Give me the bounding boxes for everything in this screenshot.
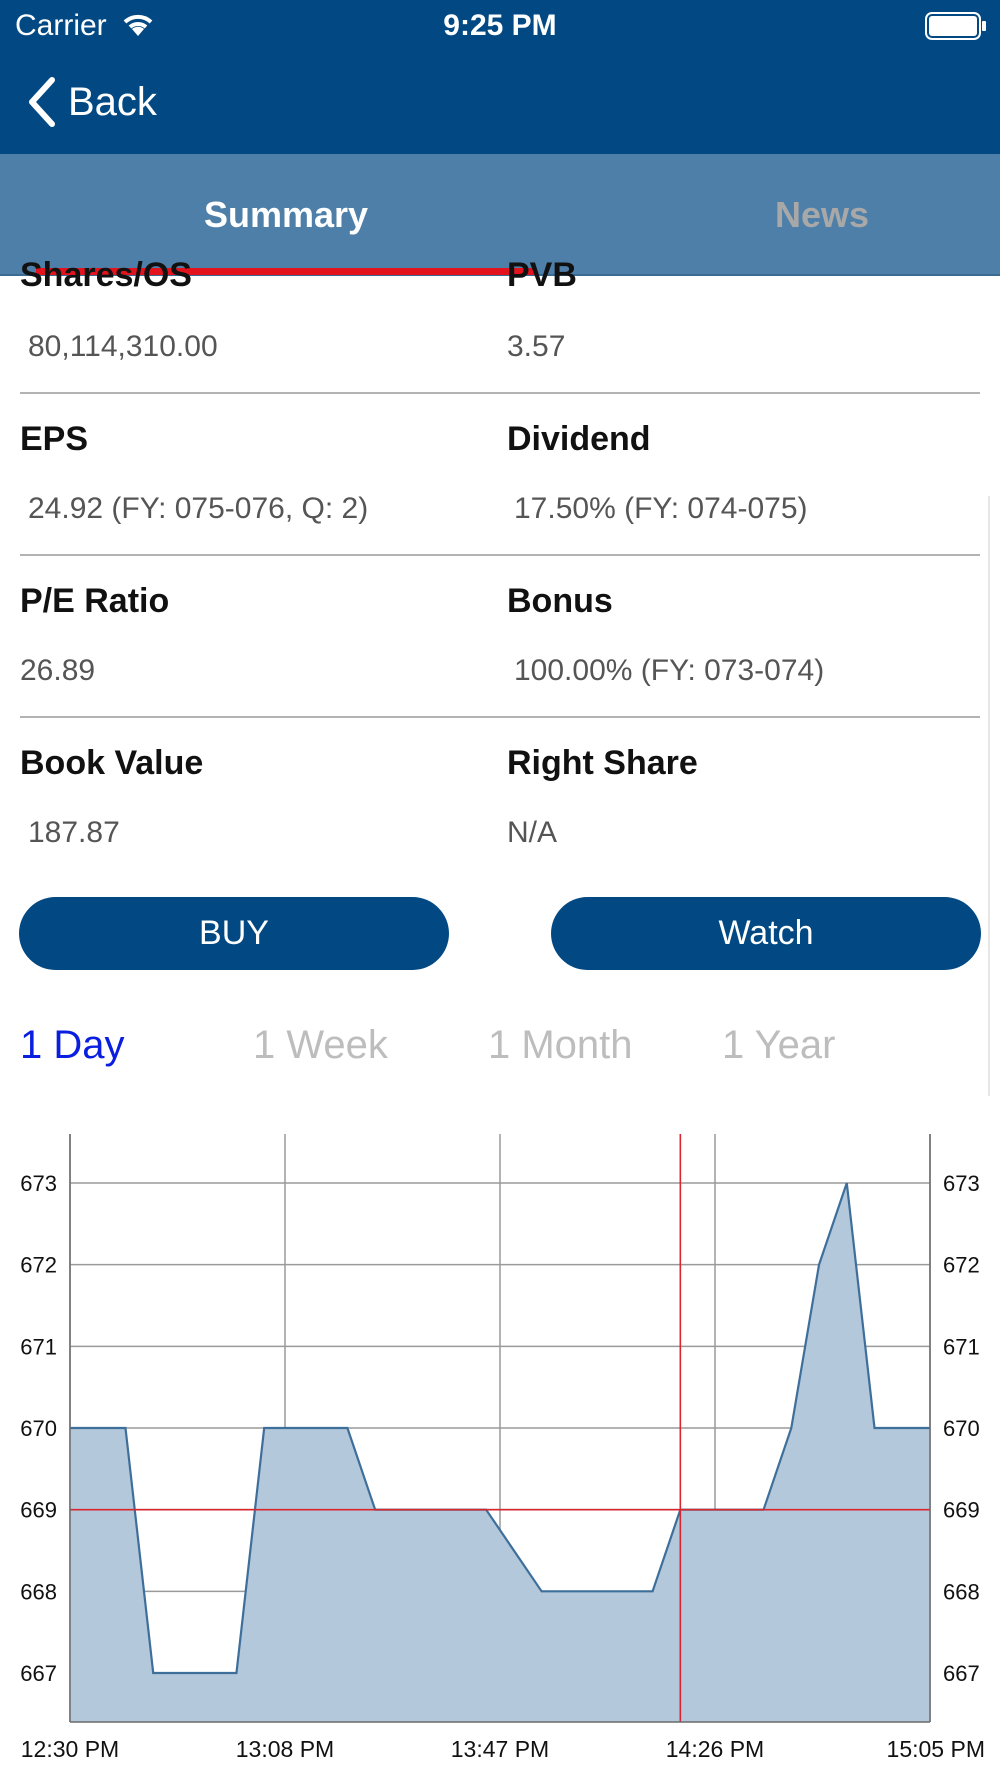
tab-news[interactable]: News	[572, 154, 1000, 276]
divider	[20, 554, 980, 556]
y-tick-label-left: 671	[20, 1334, 57, 1359]
x-tick-label: 14:26 PM	[666, 1736, 764, 1762]
price-chart[interactable]: 667 667 668 668 669 669 670 670 671 671 672 672 673 6…	[0, 1120, 1000, 1778]
chevron-left-icon	[29, 77, 55, 127]
right-share-label: Right Share	[507, 744, 698, 782]
divider	[20, 392, 980, 394]
book-value-value: 187.87	[28, 816, 120, 849]
y-tick-label-right: 670	[943, 1416, 980, 1441]
shares-os-value: 80,114,310.00	[28, 330, 218, 363]
y-tick-label-right: 668	[943, 1579, 980, 1604]
y-tick-label-left: 673	[20, 1171, 57, 1196]
divider	[20, 716, 980, 718]
x-tick-label: 13:08 PM	[236, 1736, 334, 1762]
y-tick-label-left: 672	[20, 1253, 57, 1278]
y-tick-label-right: 667	[943, 1661, 980, 1686]
battery-icon	[925, 12, 986, 40]
x-tick-label: 12:30 PM	[21, 1736, 119, 1762]
watch-button[interactable]: Watch	[551, 897, 981, 970]
y-tick-label-left: 668	[20, 1579, 57, 1604]
shares-os-label: Shares/OS	[20, 256, 192, 294]
y-tick-label-right: 669	[943, 1498, 980, 1523]
range-tab-1-month[interactable]: 1 Month	[488, 1023, 633, 1068]
y-tick-label-right: 671	[943, 1334, 980, 1359]
dividend-value: 17.50% (FY: 074-075)	[514, 492, 808, 525]
y-tick-label-right: 672	[943, 1253, 980, 1278]
dividend-label: Dividend	[507, 420, 651, 458]
range-tab-1-year[interactable]: 1 Year	[722, 1023, 835, 1068]
eps-label: EPS	[20, 420, 89, 458]
buy-button[interactable]: BUY	[19, 897, 449, 970]
x-tick-label: 15:05 PM	[887, 1736, 985, 1762]
scroll-edge-line	[988, 496, 990, 1096]
bonus-value: 100.00% (FY: 073-074)	[514, 654, 825, 687]
pvb-label: PVB	[507, 256, 577, 294]
back-label: Back	[68, 79, 157, 124]
y-tick-label-left: 669	[20, 1498, 57, 1523]
pe-ratio-label: P/E Ratio	[20, 582, 170, 620]
range-tab-1-day[interactable]: 1 Day	[20, 1023, 125, 1068]
back-button[interactable]: Back	[26, 74, 157, 130]
clock-time: 9:25 PM	[443, 9, 557, 42]
y-tick-label-left: 667	[20, 1661, 57, 1686]
pe-ratio-value: 26.89	[20, 654, 96, 687]
pvb-value: 3.57	[507, 330, 566, 363]
range-tab-1-week[interactable]: 1 Week	[253, 1023, 388, 1068]
eps-value: 24.92 (FY: 075-076, Q: 2)	[28, 492, 369, 525]
y-tick-label-left: 670	[20, 1416, 57, 1441]
right-share-value: N/A	[507, 816, 558, 849]
status-bar: Carrier 9:25 PM	[0, 0, 1000, 50]
navigation-bar: Back	[0, 50, 1000, 154]
bonus-label: Bonus	[507, 582, 613, 620]
x-tick-label: 13:47 PM	[451, 1736, 549, 1762]
y-tick-label-right: 673	[943, 1171, 980, 1196]
book-value-label: Book Value	[20, 744, 204, 782]
